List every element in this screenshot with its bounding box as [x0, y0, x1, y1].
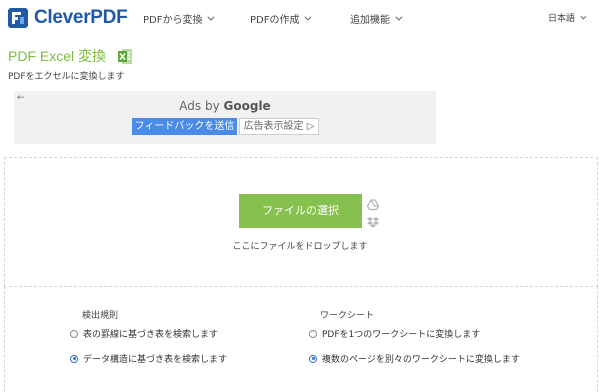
language-selector[interactable]: 日本語: [548, 11, 587, 24]
send-feedback-button[interactable]: フィードバックを送信: [132, 118, 237, 135]
page-title-row: PDF Excel 変換: [8, 46, 133, 66]
nav-extra-features[interactable]: 追加機能: [350, 11, 403, 26]
dropbox-icon[interactable]: [367, 213, 379, 228]
detection-option-structure[interactable]: データ構造に基づき表を検索します: [70, 352, 227, 365]
radio-button[interactable]: [309, 329, 317, 338]
chevron-down-icon: [580, 13, 587, 19]
radio-label: 複数のページを別々のワークシートに変換します: [322, 355, 520, 365]
ad-settings-button[interactable]: 広告表示設定 ▷: [239, 118, 319, 135]
detection-rule-heading: 検出規則: [82, 311, 119, 321]
logo-text: CleverPDF: [34, 7, 128, 28]
chevron-down-icon: [304, 13, 312, 21]
nav-label: PDFの作成: [250, 15, 300, 26]
page-title: PDF Excel 変換: [8, 48, 107, 64]
chevron-down-icon: [395, 13, 403, 21]
radio-button-selected[interactable]: [309, 354, 317, 363]
chevron-down-icon: [207, 13, 215, 21]
drop-hint-text: ここにファイルをドロップします: [232, 242, 368, 252]
logo-icon: [7, 7, 29, 29]
nav-convert-from-pdf[interactable]: PDFから変換: [143, 11, 215, 26]
language-label: 日本語: [548, 14, 576, 24]
radio-button-selected[interactable]: [70, 354, 78, 363]
google-drive-icon[interactable]: [366, 196, 380, 211]
nav-label: PDFから変換: [143, 15, 203, 26]
ads-by-google-label: Ads by Google: [14, 99, 436, 113]
top-navbar: CleverPDF PDFから変換 PDFの作成 追加機能 日本語: [0, 0, 600, 36]
ad-banner: ← Ads by Google フィードバックを送信 広告表示設定 ▷: [14, 91, 436, 144]
worksheet-heading: ワークシート: [320, 311, 375, 321]
cleverpdf-logo[interactable]: CleverPDF: [7, 6, 128, 30]
nav-create-pdf[interactable]: PDFの作成: [250, 11, 312, 26]
choose-file-button[interactable]: ファイルの選択: [239, 194, 362, 228]
radio-button[interactable]: [70, 329, 78, 338]
radio-label: PDFを1つのワークシートに変換します: [322, 330, 481, 340]
page-subtitle: PDFをエクセルに変換します: [8, 72, 125, 82]
ads-by-text: Ads by: [179, 99, 220, 113]
worksheet-option-separate[interactable]: 複数のページを別々のワークシートに変換します: [309, 352, 520, 365]
nav-label: 追加機能: [350, 15, 390, 26]
excel-icon: [117, 48, 133, 65]
google-text: Google: [223, 99, 271, 113]
worksheet-option-single[interactable]: PDFを1つのワークシートに変換します: [309, 327, 480, 340]
detection-option-border[interactable]: 表の罫線に基づき表を検索します: [70, 327, 218, 340]
radio-label: 表の罫線に基づき表を検索します: [83, 330, 219, 340]
radio-label: データ構造に基づき表を検索します: [83, 355, 228, 365]
